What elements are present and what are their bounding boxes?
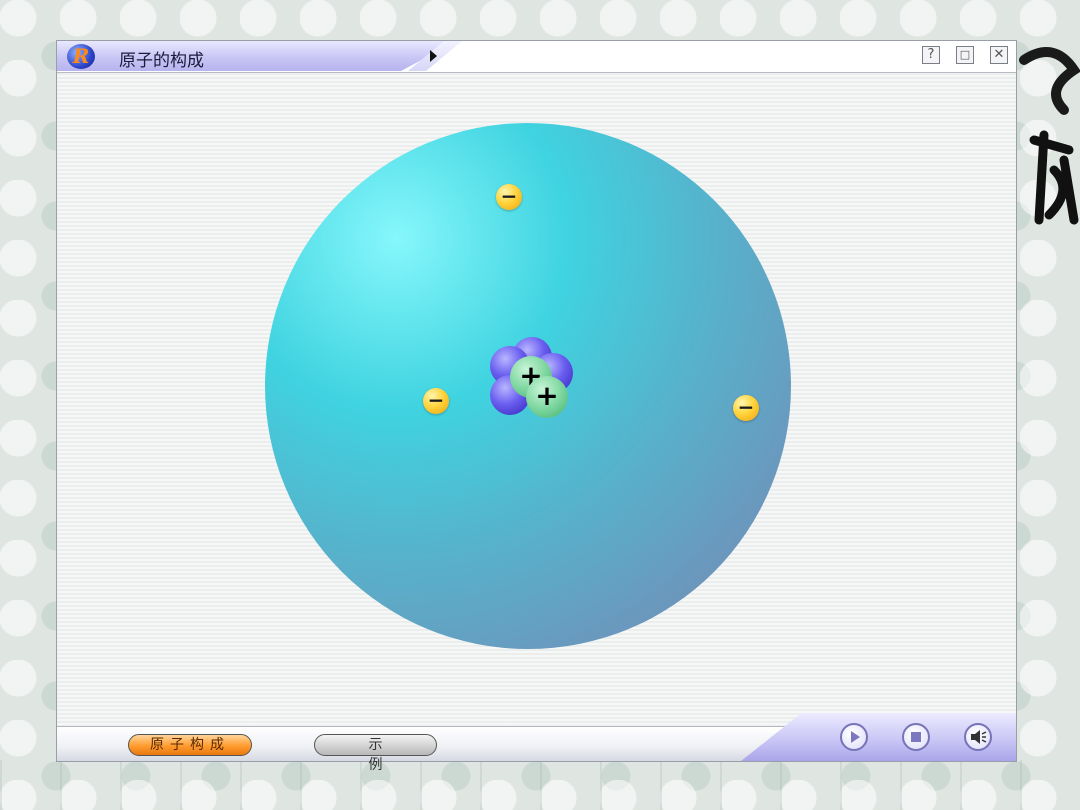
tab-atom-composition[interactable]: 原子构成 [128,734,252,756]
calligraphy-decoration [1014,20,1080,280]
restore-button[interactable]: □ [956,46,974,64]
electron-icon: − [423,388,449,414]
stop-button[interactable] [902,723,930,751]
sound-button[interactable] [964,723,992,751]
window-title: 原子的构成 [119,51,204,71]
stop-icon [911,732,921,742]
electron-icon: − [733,395,759,421]
decorative-pattern [0,760,1080,810]
app-logo-icon: R [67,44,95,69]
title-band [57,41,457,71]
control-bar: 原子构成 示例 [57,713,1016,773]
help-button[interactable]: ? [922,46,940,64]
tab-example[interactable]: 示例 [314,734,437,773]
title-bar: R 原子的构成 ? □ ✕ [57,41,1016,73]
app-window: R 原子的构成 ? □ ✕ − − − + + 原子构成 示例 [56,40,1017,773]
speaker-icon [971,730,987,744]
animation-stage: − − − + + [57,73,1016,729]
play-icon [851,731,860,743]
proton-icon: + [526,376,568,418]
electron-icon: − [496,184,522,210]
play-button[interactable] [840,723,868,751]
title-play-arrow-icon[interactable] [430,50,437,62]
close-button[interactable]: ✕ [990,46,1008,64]
